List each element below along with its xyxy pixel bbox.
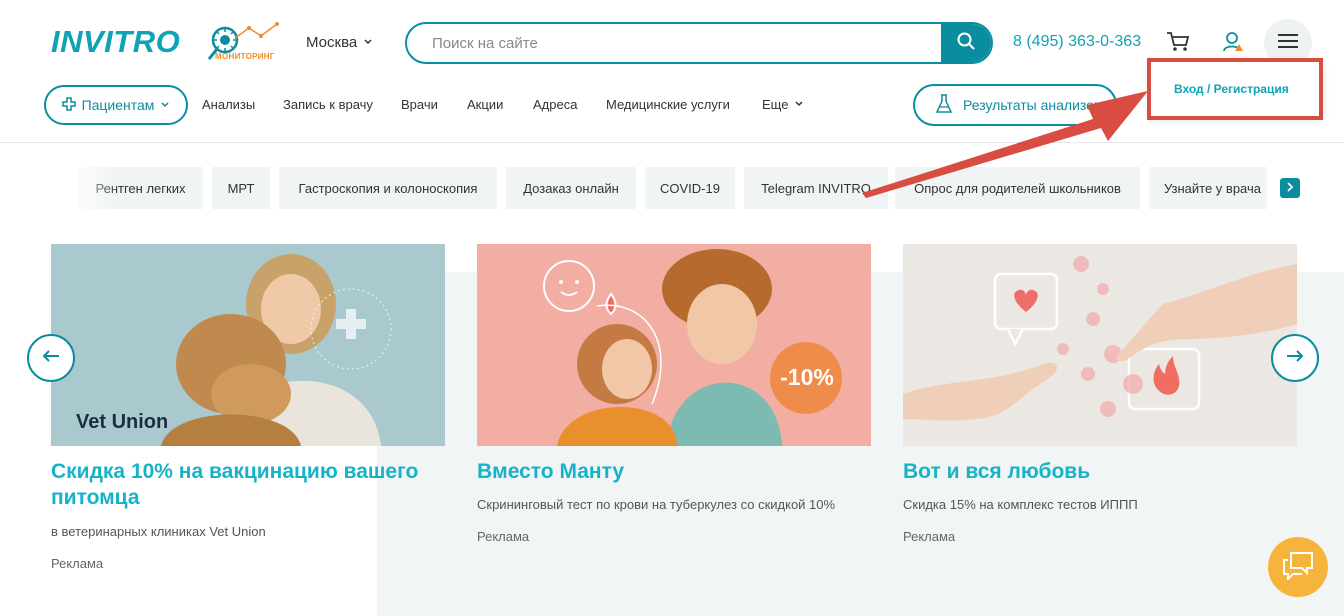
chip-mri[interactable]: МРТ xyxy=(212,167,270,209)
nav-item-doctors[interactable]: Врачи xyxy=(401,97,438,112)
slider-prev-button[interactable] xyxy=(27,334,75,382)
nav-item-appointment[interactable]: Запись к врачу xyxy=(283,97,373,112)
card-image-brand: Vet Union xyxy=(76,411,169,433)
chevron-down-icon xyxy=(160,97,170,113)
arrow-left-icon xyxy=(42,349,60,368)
search-box xyxy=(405,22,993,64)
phone-link[interactable]: 8 (495) 363-0-363 xyxy=(1013,33,1141,51)
chat-button[interactable] xyxy=(1268,537,1328,597)
nav-item-analyses[interactable]: Анализы xyxy=(202,97,255,112)
chips-fade xyxy=(60,160,120,216)
results-button[interactable]: Результаты анализов xyxy=(913,84,1117,126)
city-selector[interactable]: Москва xyxy=(306,34,373,51)
search-input[interactable] xyxy=(407,24,937,62)
card-ad-label: Реклама xyxy=(51,556,104,571)
chip-telegram[interactable]: Telegram INVITRO xyxy=(744,167,888,209)
plus-icon xyxy=(61,96,76,114)
flask-icon xyxy=(935,93,953,117)
card-description: Скрининговый тест по крови на туберкулез… xyxy=(477,497,836,512)
arrow-right-icon xyxy=(1286,349,1304,368)
chip-reorder[interactable]: Дозаказ онлайн xyxy=(506,167,636,209)
search-button[interactable] xyxy=(941,24,991,62)
card-description: Скидка 15% на комплекс тестов ИППП xyxy=(903,497,1138,512)
slider-next-button[interactable] xyxy=(1271,334,1319,382)
chip-survey[interactable]: Опрос для родителей школьников xyxy=(895,167,1140,209)
card-title[interactable]: Вот и вся любовь xyxy=(903,459,1297,485)
results-label: Результаты анализов xyxy=(963,97,1102,113)
card-title[interactable]: Скидка 10% на вакцинацию вашего питомца xyxy=(51,459,445,511)
highlight-frame xyxy=(1147,58,1323,120)
nav-item-addresses[interactable]: Адреса xyxy=(533,97,577,112)
nav-more-label: Еще xyxy=(762,97,789,112)
invitro-logo[interactable]: INVITRO xyxy=(51,24,180,60)
header-divider xyxy=(0,142,1344,143)
card-image-vet[interactable]: Vet Union xyxy=(51,244,445,446)
chat-icon xyxy=(1281,550,1315,585)
card-ad-label: Реклама xyxy=(477,529,530,544)
nav-item-promotions[interactable]: Акции xyxy=(467,97,503,112)
card-image-mantoux[interactable]: -10% xyxy=(477,244,871,446)
chip-label: Гастроскопия и колоноскопия xyxy=(298,180,478,196)
chip-label: Дозаказ онлайн xyxy=(523,180,619,196)
chip-label: COVID-19 xyxy=(660,180,720,196)
page: INVITRO мониторинг Москва 8 (495) 363-0-… xyxy=(0,0,1344,616)
chip-ask-doctor[interactable]: Узнайте у врача xyxy=(1149,167,1267,209)
city-label: Москва xyxy=(306,34,358,51)
card-description: в ветеринарных клиниках Vet Union xyxy=(51,524,266,539)
chevron-down-icon xyxy=(794,97,804,112)
card-title[interactable]: Вместо Манту xyxy=(477,459,871,485)
monitoring-label: мониторинг xyxy=(215,52,275,61)
chip-label: Опрос для родителей школьников xyxy=(914,180,1121,196)
chip-label: Узнайте у врача xyxy=(1164,180,1262,196)
search-icon xyxy=(956,31,976,56)
chevron-down-icon xyxy=(363,34,373,51)
card-ad-label: Реклама xyxy=(903,529,956,544)
chevron-right-icon xyxy=(1285,179,1295,197)
hamburger-icon xyxy=(1277,33,1299,54)
card-image-love[interactable] xyxy=(903,244,1297,446)
patients-label: Пациентам xyxy=(81,97,155,113)
nav-item-more[interactable]: Еще xyxy=(762,97,804,112)
patients-menu-button[interactable]: Пациентам xyxy=(44,85,188,125)
chips-next-button[interactable] xyxy=(1280,178,1300,198)
discount-badge: -10% xyxy=(780,364,834,390)
chip-label: МРТ xyxy=(227,180,255,196)
cart-icon[interactable] xyxy=(1166,31,1190,58)
chip-label: Telegram INVITRO xyxy=(761,180,871,196)
chip-covid[interactable]: COVID-19 xyxy=(645,167,735,209)
user-icon[interactable] xyxy=(1222,30,1246,59)
chip-gastroscopy[interactable]: Гастроскопия и колоноскопия xyxy=(279,167,497,209)
nav-item-medical-services[interactable]: Медицинские услуги xyxy=(606,97,730,112)
